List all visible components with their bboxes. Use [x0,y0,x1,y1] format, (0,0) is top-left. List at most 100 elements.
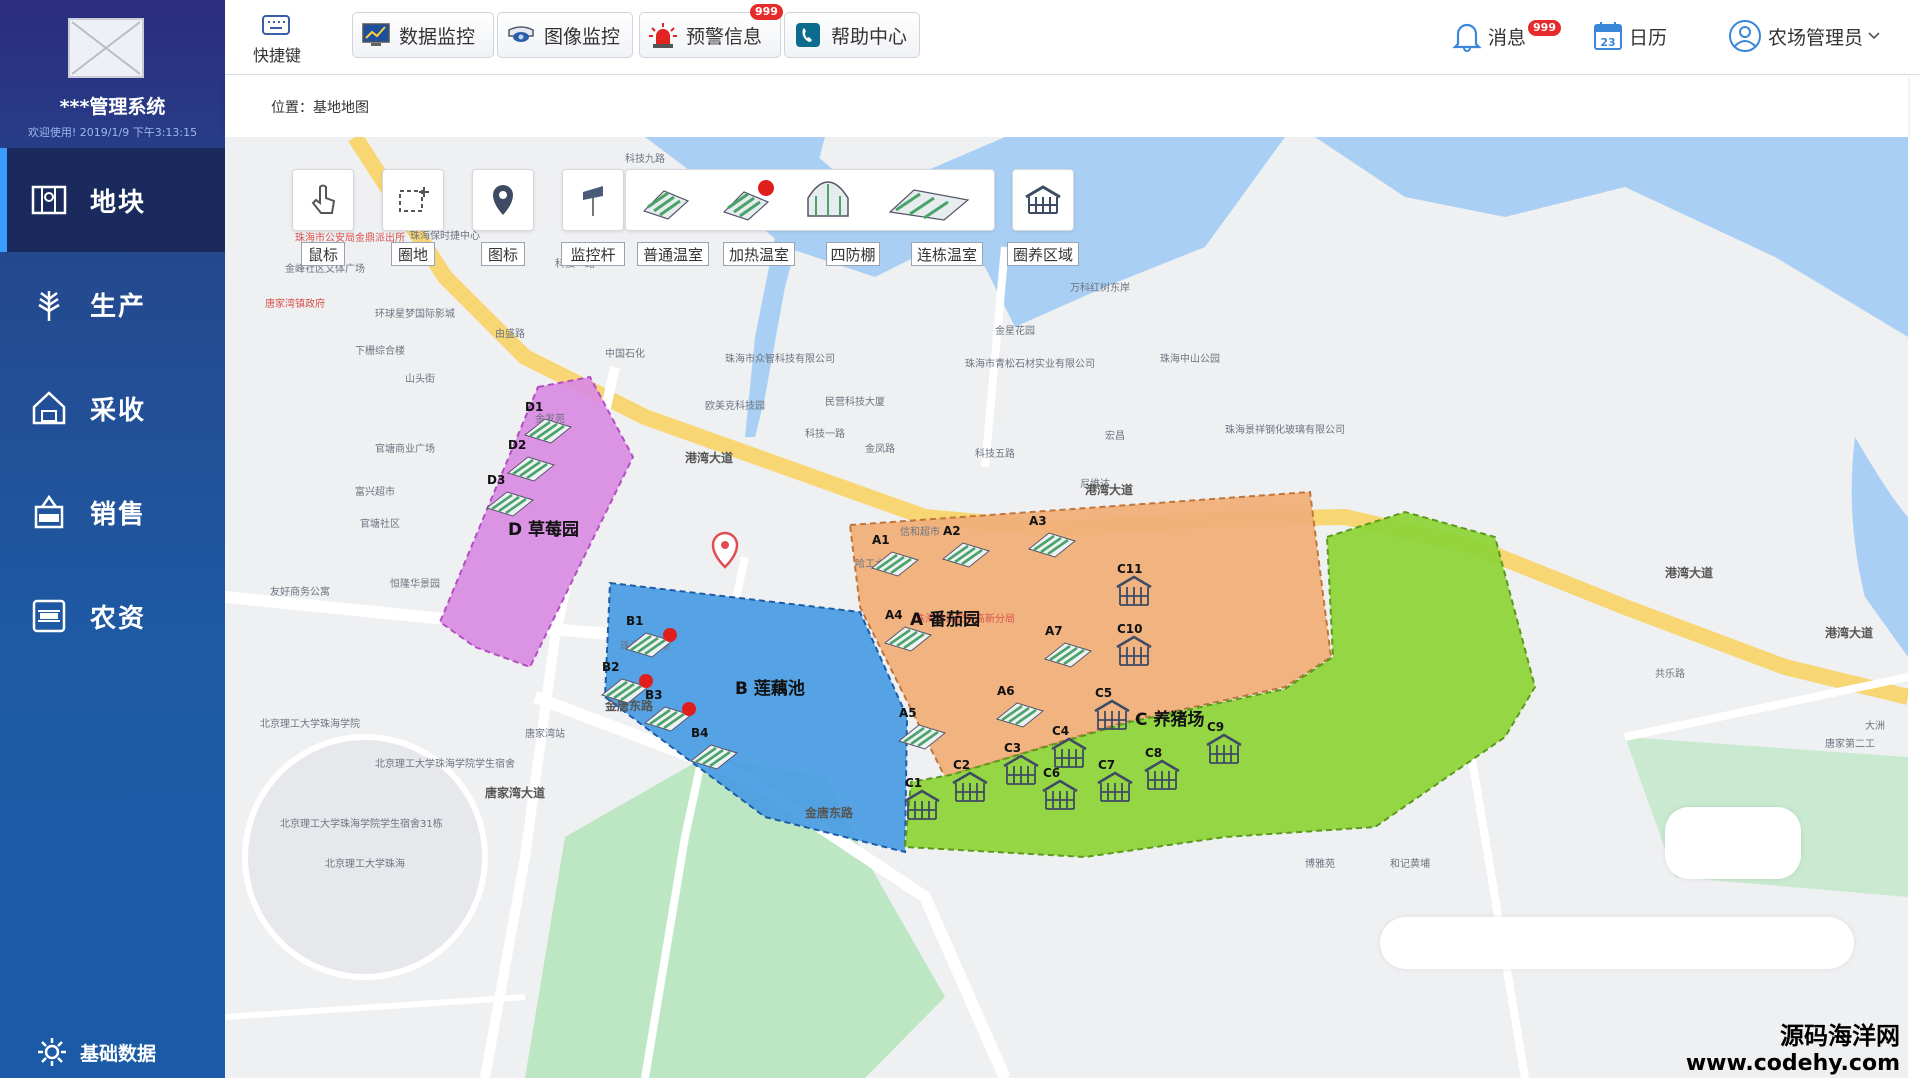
quick-key-label: 快捷键 [252,46,301,65]
messages-button[interactable]: 消息 999 [1452,16,1561,56]
greenhouse-unit[interactable]: C1 [904,776,940,820]
tool-label-pointer: 鼠标 [301,242,345,266]
greenhouse-unit[interactable]: D3 [485,473,535,517]
tool-pointer[interactable] [292,169,354,231]
greenhouse-unit[interactable]: C8 [1144,746,1180,790]
chevron-down-icon [1868,32,1880,40]
sidebar-item-plot[interactable]: 地块 [0,148,225,252]
watermark-line2: www.codehy.com [1685,1051,1900,1076]
tool-greenhouse-group[interactable] [625,169,995,231]
zone-title[interactable]: B 莲藕池 [735,678,805,699]
greenhouse-unit[interactable]: B4 [689,726,739,770]
unit-label: C4 [1052,724,1069,738]
unit-label: A3 [1029,514,1047,528]
tool-label-monitor-pole: 监控杆 [561,242,625,266]
zone-title[interactable]: A 番茄园 [910,609,980,630]
sidebar-item-label: 基础数据 [80,1043,157,1065]
button-label: 帮助中心 [831,25,908,48]
greenhouse-unit[interactable]: D1 [523,400,573,444]
unit-label: B2 [602,660,620,674]
four-proof-shed-icon [807,181,849,217]
greenhouse-unit[interactable]: C3 [1003,741,1039,785]
warning-info-button[interactable]: 预警信息 999 [639,4,783,58]
tool-icon-marker[interactable] [472,169,534,231]
sidebar-item-production[interactable]: 生产 [0,252,225,356]
greenhouse-unit[interactable]: A7 [1043,624,1093,668]
pointer-hand-icon [311,184,336,214]
button-label: 数据监控 [399,25,476,48]
info-card-blank [1665,807,1801,879]
watermark-line1: 源码海洋网 [1780,1022,1900,1050]
info-bar-blank [1380,917,1854,969]
unit-label: C2 [953,758,970,772]
greenhouse-unit[interactable]: C6 [1042,766,1078,810]
tool-monitor-pole[interactable] [562,169,624,231]
greenhouse-unit[interactable]: A2 [941,524,991,568]
pen-area-icon [1025,185,1061,214]
keyboard-icon [262,15,290,35]
unit-label: D2 [508,438,526,452]
unit-label: A5 [899,706,917,720]
greenhouse-unit[interactable]: A6 [995,684,1045,728]
supplies-box-icon [32,599,66,633]
map-pin-icon [493,185,513,215]
tool-label-pen-area: 圈养区域 [1007,242,1079,266]
tool-pen-area[interactable] [1012,169,1074,231]
calendar-label: 日历 [1629,26,1668,49]
help-center-button[interactable]: 帮助中心 [784,12,920,58]
user-menu[interactable]: 农场管理员 [1728,16,1881,56]
unit-label: C9 [1207,720,1224,734]
greenhouse-unit[interactable]: C2 [952,758,988,802]
greenhouse-unit[interactable]: B3 [643,688,696,732]
camera-icon [508,26,534,42]
image-monitor-button[interactable]: 图像监控 [497,12,633,58]
tool-label-multi-span: 连栋温室 [911,242,983,266]
sidebar-item-sales[interactable]: 销售 [0,460,225,564]
greenhouse-unit[interactable]: C5 [1094,686,1130,730]
unit-label: D1 [525,400,543,414]
gear-icon [38,1038,66,1066]
calendar-button[interactable]: 23 日历 [1593,16,1667,56]
quick-key-button[interactable]: 快捷键 [253,10,301,66]
greenhouse-unit[interactable]: C11 [1116,562,1152,606]
unit-label: C6 [1043,766,1060,780]
greenhouse-unit[interactable]: C9 [1206,720,1242,764]
greenhouse-unit[interactable]: B1 [624,614,677,658]
zone-title[interactable]: D 草莓园 [508,520,579,540]
sidebar-item-label: 销售 [90,499,147,530]
welcome-text: 欢迎使用! 2019/1/9 下午3:13:15 [27,126,198,139]
unit-label: C3 [1004,741,1021,755]
tool-label-icon: 图标 [481,242,525,266]
wheat-icon [38,291,60,321]
greenhouse-unit[interactable]: A1 [870,533,920,577]
calendar-day: 23 [1600,36,1615,49]
zone-title[interactable]: C 养猪场 [1135,709,1204,730]
tool-label-draw-area: 圈地 [391,242,435,266]
sidebar-item-label: 农资 [90,603,147,634]
base-map[interactable]: 科技九路 珠海市公安局金鼎派出所 金峰社区文体广场 唐家湾镇政府 环球星梦国际影… [225,137,1908,1078]
data-monitor-button[interactable]: 数据监控 [352,12,494,58]
sidebar-item-base-data[interactable]: 基础数据 [0,1030,225,1074]
unit-label: C10 [1117,622,1143,636]
greenhouse-unit[interactable]: C7 [1097,758,1133,802]
greenhouse-unit[interactable]: A5 [897,706,947,750]
unit-label: B3 [645,688,663,702]
sidebar-item-label: 采收 [90,395,147,426]
sidebar-item-harvest[interactable]: 采收 [0,356,225,460]
map-icon [31,185,67,215]
unit-label: A2 [943,524,961,538]
greenhouse-unit[interactable]: D2 [506,438,556,482]
messages-label: 消息 [1488,26,1527,49]
greenhouse-unit[interactable]: C4 [1051,724,1087,768]
greenhouse-unit[interactable]: C10 [1116,622,1152,666]
draw-area-icon [399,187,429,212]
breadcrumb-bar: 位置：基地地图 [225,75,1908,137]
unit-label: B1 [626,614,644,628]
sidebar-item-supplies[interactable]: 农资 [0,564,225,668]
tool-draw-area[interactable] [382,169,444,231]
harvest-house-icon [32,391,66,425]
logo-placeholder-icon [68,18,144,78]
greenhouse-unit[interactable]: A3 [1027,514,1077,558]
greenhouse-icon [642,190,690,220]
unit-label: A1 [872,533,890,547]
